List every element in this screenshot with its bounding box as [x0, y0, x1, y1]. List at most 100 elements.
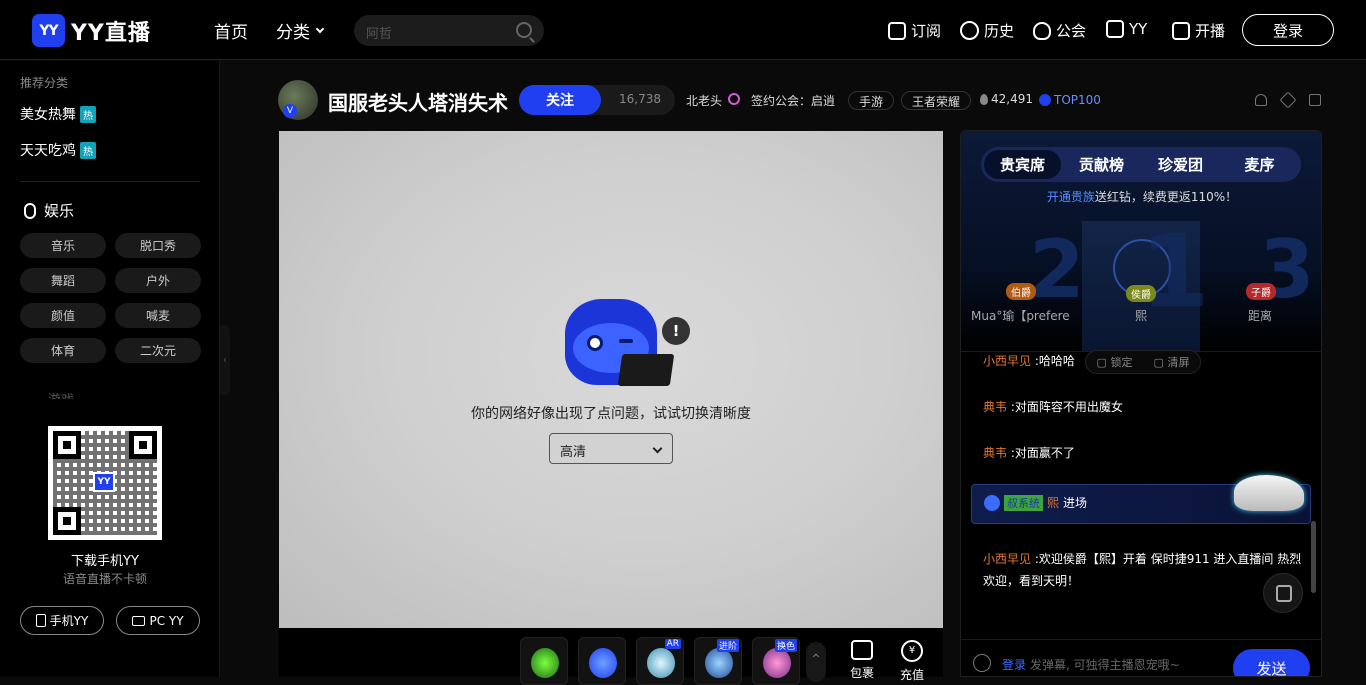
section-entertainment[interactable]: 娱乐 [24, 200, 74, 221]
share-icon[interactable] [1279, 91, 1297, 109]
enter-text: 进场 [1063, 496, 1088, 510]
chat-input[interactable]: 发弹幕, 可独得主播恩宠哦~ [1030, 656, 1180, 673]
seat-1[interactable]: 1 侯爵 熙 [1082, 213, 1210, 351]
gift-expand-button[interactable]: ^ [806, 642, 826, 682]
tag-honor-of-kings[interactable]: 王者荣耀 [901, 91, 972, 110]
tab-fan-club[interactable]: 珍爱团 [1142, 150, 1219, 179]
tag-mobile-game[interactable]: 手游 [848, 91, 895, 110]
gift-item[interactable] [520, 637, 568, 685]
chat-text: 哈哈哈 [1038, 354, 1075, 368]
section-games-partial[interactable]: 游戏 [48, 389, 74, 399]
send-button[interactable]: 发送 [1233, 649, 1310, 676]
sidebar-collapse-handle[interactable]: ‹ [220, 325, 230, 395]
chip-sports[interactable]: 体育 [20, 338, 106, 363]
gift-badge: AR [664, 639, 681, 649]
history-link[interactable]: 历史 [960, 20, 1014, 41]
gift-item[interactable]: AR [636, 637, 684, 685]
sidebar-item-pubg[interactable]: 天天吃鸡 热 [20, 140, 96, 160]
chat-username[interactable]: 小西早见 [983, 354, 1031, 368]
rank-badge[interactable]: TOP100 [1039, 93, 1101, 107]
guild-link[interactable]: 公会 [1033, 20, 1086, 41]
follow-button[interactable]: 关注 [519, 85, 601, 115]
enter-name[interactable]: 熙 [1047, 494, 1059, 511]
rank-icon [1039, 94, 1051, 106]
yy-icon [1106, 20, 1124, 38]
vip-link[interactable]: 开通贵族 [1047, 190, 1095, 204]
recharge-label: 充值 [899, 668, 924, 682]
chat-input-bar: 登录 发弹幕, 可独得主播恩宠哦~ 发送 [961, 639, 1321, 676]
tab-vip-seats[interactable]: 贵宾席 [984, 150, 1061, 179]
anchor-name[interactable]: 北老头 [686, 92, 722, 109]
search-icon[interactable] [516, 22, 532, 38]
chat-username[interactable]: 典韦 [983, 400, 1007, 414]
follower-count: 16,738 [619, 92, 661, 106]
noble-icon [984, 494, 1000, 511]
recommend-heading: 推荐分类 [20, 76, 69, 90]
sidebar-item-label: 天天吃鸡 [20, 143, 76, 159]
section-title: 娱乐 [44, 202, 75, 220]
pc-yy-button[interactable]: PC YY [116, 606, 200, 635]
broadcast-label: 开播 [1195, 22, 1226, 40]
nav-category-label: 分类 [276, 23, 310, 43]
chevron-down-icon [315, 24, 325, 34]
chip-talkshow[interactable]: 脱口秀 [115, 233, 201, 258]
chat-username[interactable]: 典韦 [983, 446, 1007, 460]
flame-icon [980, 94, 988, 105]
sidebar-item-dance[interactable]: 美女热舞 热 [20, 104, 96, 124]
input-login-link[interactable]: 登录 [1002, 656, 1026, 673]
vip-promo[interactable]: 开通贵族送红钻，续费更返110%！ [961, 188, 1321, 205]
sports-car-image [1234, 475, 1304, 511]
tab-mic-queue[interactable]: 麦序 [1221, 150, 1298, 179]
guild-info[interactable]: 签约公会：启逍 [751, 92, 835, 109]
video-player[interactable]: ! 你的网络好像出现了点问题，试试切换清晰度 高清 [279, 131, 943, 628]
chat-username[interactable]: 小西早见 [983, 552, 1031, 566]
rank-badge-marquis: 侯爵 [1126, 285, 1156, 302]
lock-button[interactable]: ▢ 锁定 [1097, 354, 1133, 370]
nav-home[interactable]: 首页 [214, 18, 248, 43]
vip-area: 贵宾席 贡献榜 珍爱团 麦序 开通贵族送红钻，续费更返110%！ 2 1 侯爵 … [961, 131, 1321, 351]
hot-badge: 热 [80, 105, 96, 123]
gift-item[interactable]: 进阶 [694, 637, 742, 685]
chip-mc[interactable]: 喊麦 [115, 303, 201, 328]
package-button[interactable]: 包裹 [847, 640, 877, 681]
clear-button[interactable]: ▢ 清屏 [1154, 354, 1190, 370]
gift-item[interactable] [578, 637, 626, 685]
subscribe-link[interactable]: 订阅 [888, 20, 941, 41]
logo-mark: YY [32, 14, 65, 47]
emoji-icon[interactable] [973, 654, 991, 672]
search-placeholder: 阿哲 [366, 27, 393, 42]
chevron-left-icon: ‹ [223, 354, 227, 366]
tab-contribution[interactable]: 贡献榜 [1063, 150, 1140, 179]
bookmark-icon [888, 21, 906, 40]
gift-item[interactable]: 换色 [752, 637, 800, 685]
follow-group: 关注 16,738 [519, 85, 675, 115]
chat-scrollbar[interactable] [1311, 521, 1316, 593]
nav-category[interactable]: 分类 [276, 18, 325, 43]
chat-settings-button[interactable] [1263, 573, 1303, 613]
chip-looks[interactable]: 颜值 [20, 303, 106, 328]
logo[interactable]: YY YY直播 [32, 14, 151, 47]
lock-label: 锁定 [1110, 356, 1133, 369]
chip-anime[interactable]: 二次元 [115, 338, 201, 363]
chip-outdoor[interactable]: 户外 [115, 268, 201, 293]
chip-dance[interactable]: 舞蹈 [20, 268, 106, 293]
anchor-avatar[interactable]: V [278, 80, 318, 120]
clock-icon [960, 21, 979, 40]
report-icon[interactable] [1255, 94, 1267, 106]
search-input[interactable]: 阿哲 [354, 15, 544, 46]
mobile-yy-button[interactable]: 手机YY [20, 606, 104, 635]
chat-message: 典韦 :对面阵容不用出魔女 [983, 400, 1123, 414]
hot-badge: 热 [80, 141, 96, 159]
yy-link[interactable]: YY [1106, 20, 1147, 38]
login-button[interactable]: 登录 [1242, 14, 1334, 46]
phone-watch-icon[interactable] [1309, 94, 1321, 106]
logo-text: YY直播 [71, 20, 151, 46]
download-subtitle: 语音直播不卡顿 [62, 572, 147, 586]
seat-3[interactable]: 子爵 距离 [1201, 281, 1321, 351]
seat-2[interactable]: 伯爵 Mua°瑜【prefere… [961, 281, 1081, 351]
quality-select[interactable]: 高清 [549, 433, 673, 464]
mic-icon [24, 202, 36, 219]
chip-music[interactable]: 音乐 [20, 233, 106, 258]
star-shield-icon [1033, 21, 1051, 40]
broadcast-link[interactable]: 开播 [1172, 20, 1225, 41]
